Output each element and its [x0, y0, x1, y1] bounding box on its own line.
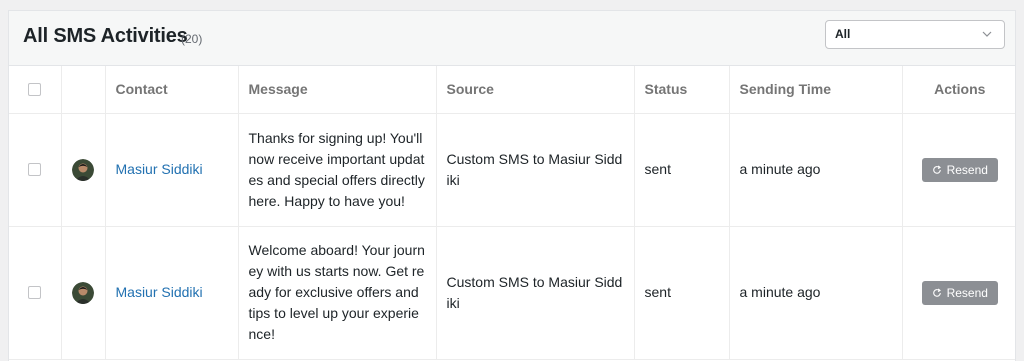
contact-cell: Masiur Siddiki — [105, 226, 239, 360]
avatar-cell — [61, 113, 106, 227]
sending-time-cell: a minute ago — [729, 113, 903, 227]
row-checkbox[interactable] — [28, 286, 42, 299]
sms-activities-panel: All SMS Activities (20) All Contact Mess… — [8, 10, 1016, 361]
activity-count: (20) — [181, 32, 203, 46]
avatar-cell — [61, 226, 106, 360]
actions-cell: Resend — [902, 113, 1015, 227]
source-cell: Custom SMS to Masiur Siddiki — [436, 113, 635, 227]
row-checkbox-cell — [9, 226, 62, 360]
resend-label: Resend — [946, 285, 988, 300]
page-title: All SMS Activities — [23, 25, 188, 47]
contact-link[interactable]: Masiur Siddiki — [116, 161, 203, 177]
sending-time-cell: a minute ago — [729, 226, 903, 360]
panel-header: All SMS Activities (20) All — [9, 11, 1015, 66]
contact-cell: Masiur Siddiki — [105, 113, 239, 227]
select-all-cell — [9, 66, 62, 114]
message-cell: Thanks for signing up! You'll now receiv… — [238, 113, 437, 227]
avatar — [72, 158, 94, 181]
avatar — [72, 281, 94, 304]
row-checkbox-cell — [9, 113, 62, 227]
row-checkbox[interactable] — [28, 163, 42, 176]
actions-cell: Resend — [902, 226, 1015, 360]
message-column-header: Message — [238, 66, 437, 114]
actions-column-header: Actions — [902, 66, 1015, 114]
select-all-checkbox[interactable] — [28, 82, 42, 96]
activities-table: Contact Message Source Status Sending Ti… — [9, 66, 1015, 360]
status-column-header: Status — [634, 66, 730, 114]
avatar-column-header — [61, 66, 106, 114]
status-cell: sent — [634, 113, 730, 227]
status-filter-value: All — [835, 27, 851, 41]
table-row: Masiur Siddiki Welcome aboard! Your jour… — [9, 226, 1015, 360]
refresh-icon — [932, 164, 941, 174]
source-cell: Custom SMS to Masiur Siddiki — [436, 226, 635, 360]
refresh-icon — [932, 287, 941, 297]
message-cell: Welcome aboard! Your journey with us sta… — [238, 226, 437, 360]
table-row: Masiur Siddiki Thanks for signing up! Yo… — [9, 113, 1015, 227]
source-column-header: Source — [436, 66, 635, 114]
resend-button[interactable]: Resend — [921, 280, 998, 305]
contact-column-header[interactable]: Contact — [105, 66, 239, 114]
resend-label: Resend — [946, 162, 988, 177]
chevron-down-icon — [982, 31, 992, 37]
resend-button[interactable]: Resend — [921, 157, 998, 182]
table-header-row: Contact Message Source Status Sending Ti… — [9, 66, 1015, 114]
status-cell: sent — [634, 226, 730, 360]
status-filter-select[interactable]: All — [825, 20, 1005, 49]
contact-link[interactable]: Masiur Siddiki — [116, 284, 203, 300]
sending-time-column-header: Sending Time — [729, 66, 903, 114]
